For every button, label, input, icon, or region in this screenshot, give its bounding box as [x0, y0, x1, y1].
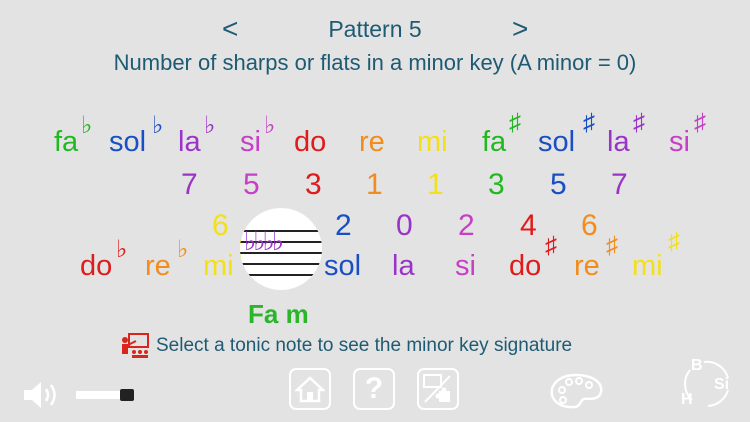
flat-sign: ♭ [264, 112, 276, 139]
key-signature-display: ♭♭♭♭ [240, 208, 322, 290]
note-mi-sharp[interactable]: mi [632, 249, 663, 283]
count-label: 1 [427, 168, 444, 201]
count-label: 7 [181, 168, 198, 201]
note-letter-h: H [681, 391, 693, 408]
count-label: 4 [520, 209, 537, 242]
flat-sign: ♭ [116, 236, 128, 263]
note-la[interactable]: la [392, 249, 415, 283]
help-button[interactable]: ? [353, 368, 395, 410]
sharp-sign: ♯ [583, 109, 595, 136]
note-letter-b: B [691, 357, 703, 374]
flat-sign: ♭ [81, 112, 93, 139]
home-button[interactable] [289, 368, 331, 410]
next-pattern-button[interactable]: > [512, 14, 528, 44]
note-sol-flat[interactable]: sol [109, 125, 146, 159]
flat-sign: ♭ [152, 112, 164, 139]
note-la-flat[interactable]: la [178, 125, 201, 159]
note-si-flat[interactable]: si [240, 125, 261, 159]
flat-sign: ♭ [177, 236, 189, 263]
count-label: 5 [550, 168, 567, 201]
palette-icon[interactable] [547, 372, 605, 410]
sharp-sign: ♯ [509, 109, 521, 136]
note-mi-flat[interactable]: mi [203, 249, 234, 283]
note-la-sharp[interactable]: la [607, 125, 630, 159]
mode-toggle-button[interactable] [417, 368, 459, 410]
note-fa-flat[interactable]: fa [54, 125, 78, 159]
sharp-sign: ♯ [606, 232, 618, 259]
volume-track [76, 391, 122, 399]
note-sol-sharp[interactable]: sol [538, 125, 575, 159]
note-re-flat[interactable]: re [145, 249, 171, 283]
count-label: 1 [366, 168, 383, 201]
flat-sign: ♭ [204, 112, 216, 139]
sharp-sign: ♯ [668, 228, 680, 255]
note-syllable-si: Si [714, 376, 730, 393]
teaching-puzzle-icon [423, 374, 451, 403]
help-label: ? [364, 372, 384, 405]
staff-line [240, 274, 322, 276]
note-fa-sharp[interactable]: fa [482, 125, 506, 159]
page-subtitle: Number of sharps or flats in a minor key… [113, 50, 637, 75]
volume-slider[interactable] [76, 389, 134, 401]
count-label: 7 [611, 168, 628, 201]
note-si[interactable]: si [455, 249, 476, 283]
count-label: 3 [305, 168, 322, 201]
instruction-text: Select a tonic note to see the minor key… [156, 335, 573, 356]
count-label: 0 [396, 209, 413, 242]
count-label: 5 [243, 168, 260, 201]
page-title: Pattern 5 [328, 16, 422, 42]
key-signature-flats: ♭♭♭♭ [244, 226, 284, 256]
note-mi[interactable]: mi [417, 125, 448, 159]
note-do[interactable]: do [294, 125, 326, 159]
selected-tonic-label: Fa m [248, 299, 309, 329]
staff-line [240, 263, 322, 265]
count-label: 2 [335, 209, 352, 242]
note-si-sharp[interactable]: si [669, 125, 690, 159]
home-icon [295, 376, 325, 403]
note-re[interactable]: re [359, 125, 385, 159]
count-label: 6 [212, 209, 229, 242]
teacher-icon [120, 333, 150, 359]
sharp-sign: ♯ [633, 109, 645, 136]
sharp-sign: ♯ [694, 109, 706, 136]
note-sol[interactable]: sol [324, 249, 361, 283]
note-naming-toggle[interactable]: B Si H [678, 356, 734, 412]
note-re-sharp[interactable]: re [574, 249, 600, 283]
note-do-flat[interactable]: do [80, 249, 112, 283]
count-label: 2 [458, 209, 475, 242]
speaker-icon[interactable] [22, 380, 62, 410]
volume-thumb[interactable] [120, 389, 134, 401]
count-label: 6 [581, 209, 598, 242]
note-do-sharp[interactable]: do [509, 249, 541, 283]
count-label: 3 [488, 168, 505, 201]
sharp-sign: ♯ [545, 232, 557, 259]
